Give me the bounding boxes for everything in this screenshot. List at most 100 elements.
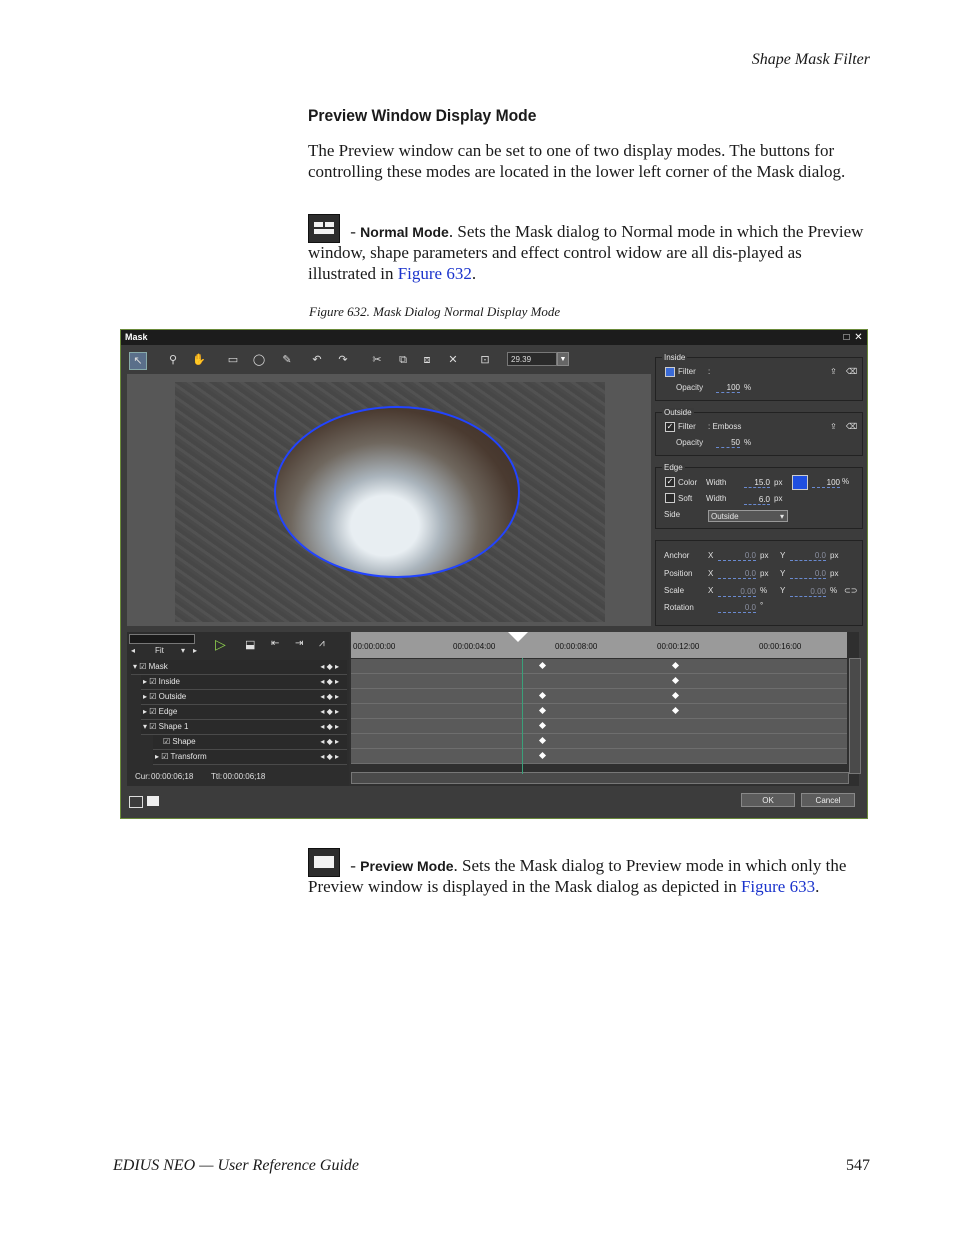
zoom-field[interactable]: 29.39 [507,352,557,366]
undo-icon[interactable]: ↶ [309,352,325,368]
keyframe-lane[interactable] [351,674,847,689]
running-head: Shape Mask Filter [751,51,870,68]
redo-icon[interactable]: ↷ [335,352,351,368]
inside-filter-value: : [708,367,711,376]
keyframe-lane[interactable] [351,659,847,674]
fit-label[interactable]: Fit [155,646,164,655]
keyframe-lane[interactable] [351,719,847,734]
scale-y-field[interactable]: 0.00 [790,587,826,597]
graph-icon[interactable]: ⩘ [319,638,325,649]
normal-mode-icon [308,214,340,243]
normal-mode-button-icon[interactable] [129,796,143,808]
track-row[interactable]: ▸ ☑ Inside ◂ ◆ ▸ [141,675,347,690]
keyframe-lane[interactable] [351,704,847,719]
edge-soft-checkbox[interactable] [665,493,675,503]
close-icon[interactable]: ✕ [853,332,864,343]
add-keyframe-icon[interactable]: ⬓ [245,638,255,651]
zoom-dropdown-icon[interactable]: ▼ [557,352,569,366]
cut-icon[interactable]: ✂ [369,352,385,368]
track-row[interactable]: ▾ ☑ Shape 1 ◂ ◆ ▸ [141,720,347,735]
load-filter-icon[interactable]: ⇪ [830,367,837,376]
figure-632-link[interactable]: Figure 632 [398,264,472,283]
track-row[interactable]: ▸ ☑ Transform ◂ ◆ ▸ [153,750,347,765]
transform-group: Anchor Position Scale Rotation X 0.0 px … [655,540,863,626]
section-title: Preview Window Display Mode [308,106,537,125]
playhead-icon[interactable] [508,632,528,642]
track-row[interactable]: ▸ ☑ Edge ◂ ◆ ▸ [141,705,347,720]
outside-opacity-field[interactable]: 50 [716,438,740,448]
hand-tool-icon[interactable]: ✋ [191,352,207,368]
link-scale-icon[interactable]: ⊂⊃ [844,586,857,595]
figure-caption: Figure 632. Mask Dialog Normal Display M… [309,304,561,319]
pen-tool-icon[interactable]: ✎ [279,352,295,368]
position-x-field[interactable]: 0.0 [718,569,756,579]
preview-mode-button-icon[interactable] [147,796,159,806]
edge-width-label: Width [706,478,727,487]
rectangle-tool-icon[interactable]: ▭ [225,352,241,368]
clear-filter-icon[interactable]: ⌫ [846,422,857,431]
next-keyframe-icon[interactable]: ⇥ [295,638,303,649]
track-row[interactable]: ▸ ☑ Outside ◂ ◆ ▸ [141,690,347,705]
keyframe-lane[interactable] [351,749,847,764]
ellipse-tool-icon[interactable]: ◯ [251,352,267,368]
outside-group: Outside ✓ Filter : Emboss Opacity 50 % ⇪… [655,408,863,456]
time-ruler[interactable]: 00:00:00:00 00:00:04:00 00:00:08:00 00:0… [351,632,847,658]
chevron-left-icon[interactable]: ◂ [131,646,135,655]
inside-opacity-field[interactable]: 100 [716,383,740,393]
edge-intensity-field[interactable]: 100 [812,478,840,488]
track-list: ◂ Fit ▾ ▸ ▷ ⬓ ⇤ ⇥ ⩘ ▾ ☑ Mask ◂ ◆ ▸ ▸ ☑ In… [127,632,349,786]
ellipse-mask-shape[interactable] [274,406,520,578]
page-number: 547 [846,1157,870,1174]
zoom-slider[interactable] [129,634,195,644]
edge-intensity-unit: % [842,477,850,486]
copy-icon[interactable]: ⧉ [395,352,411,368]
soft-width-label: Width [706,494,727,503]
mask-dialog-screenshot: Mask □ ✕ ↖ ⚲ ✋ ▭ ◯ ✎ ↶ ↷ ✂ ⧉ ⧈ ✕ ⊡ 29.39… [120,329,868,819]
position-x-unit: px [760,569,769,578]
keyframe-lane[interactable] [351,689,847,704]
edge-width-field[interactable]: 15.0 [744,478,770,488]
scale-y-unit: % [830,586,838,595]
anchor-x-unit: px [760,551,769,560]
chevron-down-icon[interactable]: ▾ [181,646,185,655]
anchor-y-field[interactable]: 0.0 [790,551,826,561]
anchor-x-label: X [708,551,714,560]
load-filter-icon[interactable]: ⇪ [830,422,837,431]
horizontal-scrollbar[interactable] [351,772,849,784]
zoom-tool-icon[interactable]: ⚲ [165,352,181,368]
cancel-button[interactable]: Cancel [801,793,855,807]
rotation-label: Rotation [664,603,694,612]
soft-width-field[interactable]: 6.0 [744,495,770,505]
select-tool-icon[interactable]: ↖ [129,352,147,370]
play-icon[interactable]: ▷ [215,636,226,653]
chevron-right-icon[interactable]: ▸ [193,646,197,655]
paste-icon[interactable]: ⧈ [419,352,435,368]
figure-633-link[interactable]: Figure 633 [741,877,815,896]
scale-x-field[interactable]: 0.00 [718,587,756,597]
outside-opacity-label: Opacity [676,438,704,447]
ruler-tick: 00:00:04:00 [453,642,496,651]
fit-view-icon[interactable]: ⊡ [477,352,493,368]
maximize-icon[interactable]: □ [841,332,852,343]
rotation-field[interactable]: 0.0 [718,603,756,613]
keyframe-lane[interactable] [351,734,847,749]
anchor-x-field[interactable]: 0.0 [718,551,756,561]
edge-color-swatch[interactable] [792,475,808,490]
track-row[interactable]: ▾ ☑ Mask ◂ ◆ ▸ [131,660,347,675]
ruler-tick: 00:00:16:00 [759,642,802,651]
delete-icon[interactable]: ✕ [445,352,461,368]
edge-width-unit: px [774,478,783,487]
side-dropdown[interactable]: Outside ▾ [708,510,788,522]
prev-keyframe-icon[interactable]: ⇤ [271,638,279,649]
position-y-field[interactable]: 0.0 [790,569,826,579]
rotation-unit: ° [760,601,764,610]
outside-filter-checkbox[interactable]: ✓ [665,422,675,432]
track-row[interactable]: ☑ Shape ◂ ◆ ▸ [153,735,347,750]
ok-button[interactable]: OK [741,793,795,807]
inside-filter-checkbox[interactable] [665,367,675,377]
ttl-label: Ttl: [211,772,223,781]
edge-color-checkbox[interactable]: ✓ [665,477,675,487]
vertical-scrollbar[interactable] [849,658,861,774]
clear-filter-icon[interactable]: ⌫ [846,367,857,376]
current-time-line [522,658,523,774]
